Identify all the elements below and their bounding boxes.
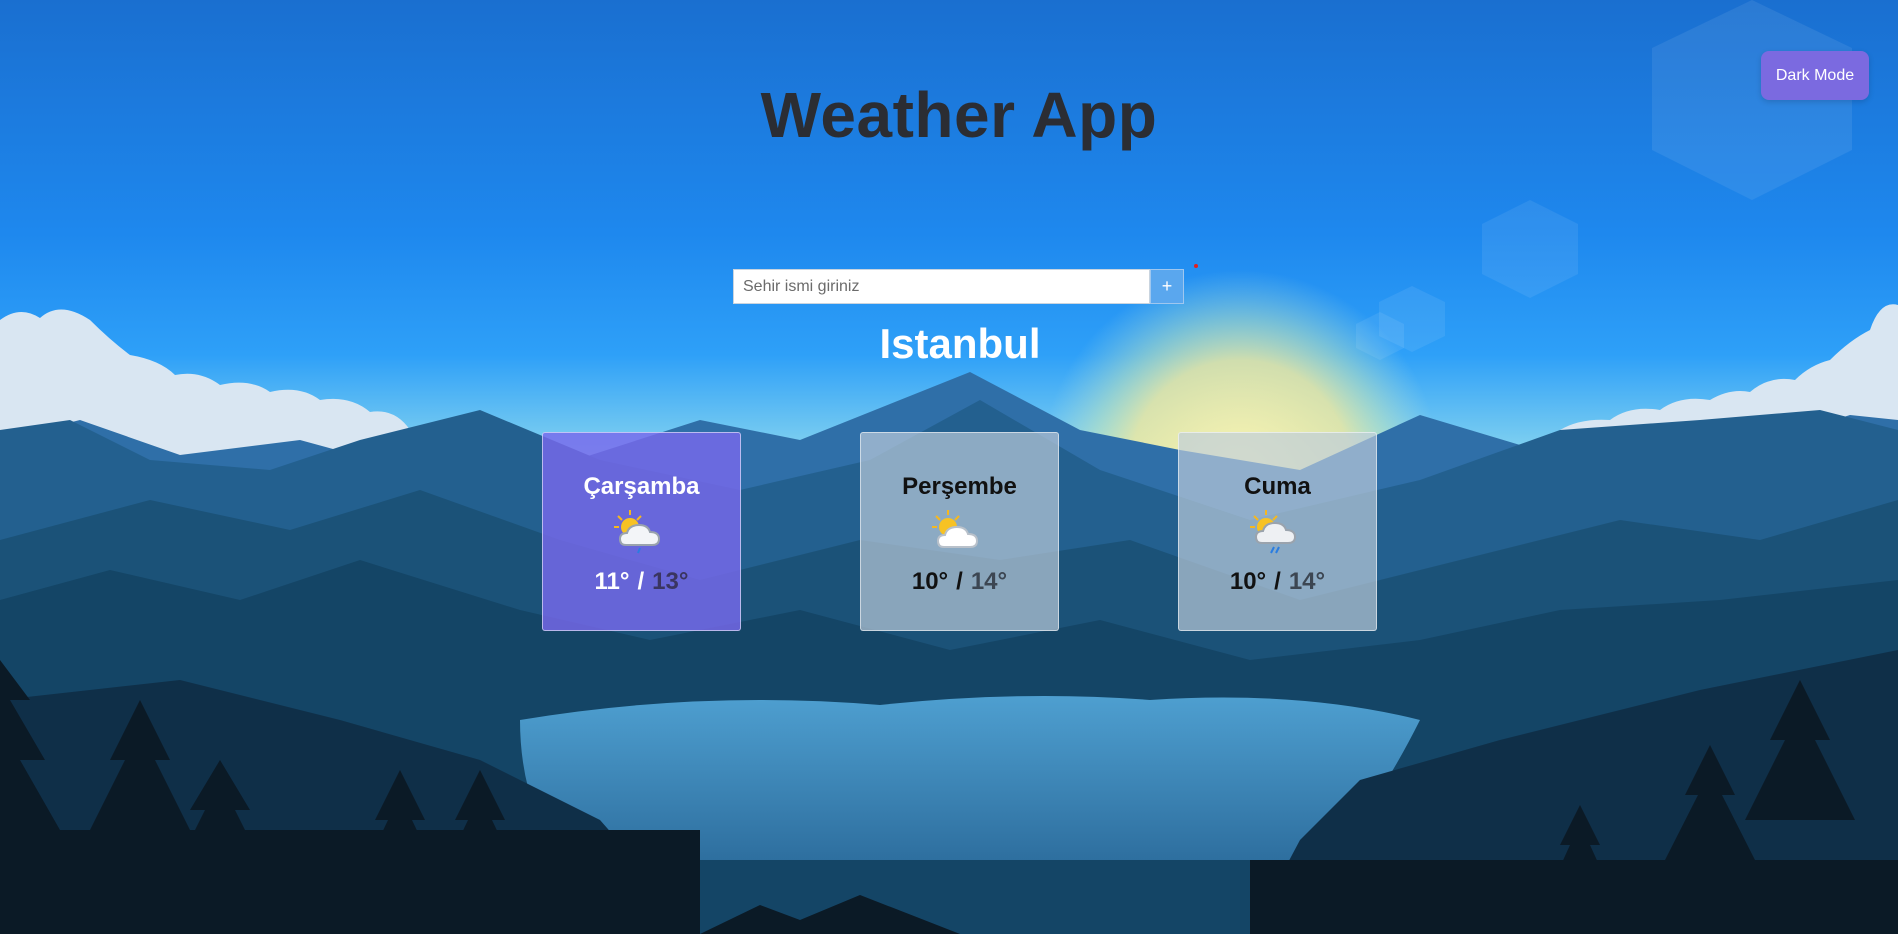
forecast-min-temp: 10° (1229, 568, 1267, 595)
city-name: Istanbul (879, 320, 1041, 367)
partly-cloudy-rain-icon (1249, 510, 1296, 554)
partly-cloudy-icon (931, 510, 978, 548)
forecast-min-temp: 10° (911, 568, 949, 595)
search-bar: + (733, 269, 1186, 304)
add-city-button[interactable]: + (1150, 269, 1184, 304)
forecast-temps: 10°/14° (911, 568, 1008, 595)
forecast-card[interactable]: Çarşamba 11°/13° (542, 432, 741, 631)
forecast-card[interactable]: Perşembe 10°/14° (860, 432, 1059, 631)
forecast-day: Çarşamba (583, 473, 700, 500)
forecast-card[interactable]: Cuma 10°/14° (1178, 432, 1377, 631)
forecast-day: Perşembe (902, 473, 1017, 500)
city-search-input[interactable] (733, 269, 1150, 304)
forecast-min-temp: 11° (594, 568, 630, 595)
dark-mode-button[interactable]: Dark Mode (1761, 51, 1869, 100)
forecast-temps: 11°/13° (594, 568, 689, 595)
app-title: Weather App (760, 79, 1158, 151)
forecast-max-temp: 13° (652, 568, 689, 595)
marker-dot (1194, 264, 1198, 268)
forecast-day: Cuma (1244, 473, 1311, 500)
forecast-temps: 10°/14° (1229, 568, 1326, 595)
forecast-max-temp: 14° (970, 568, 1008, 595)
forecast-max-temp: 14° (1288, 568, 1326, 595)
partly-cloudy-rain-icon (613, 510, 660, 554)
